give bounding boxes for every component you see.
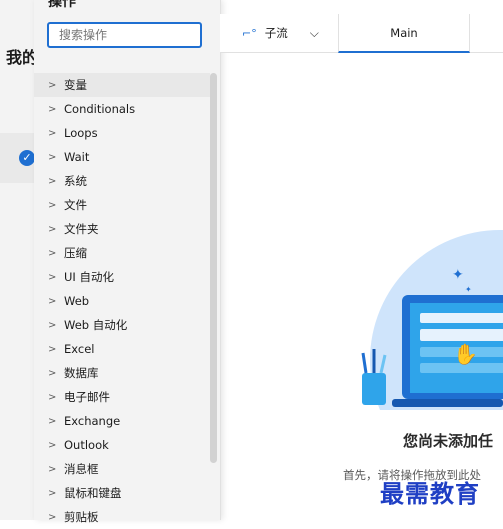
action-group-label: 压缩 [64,246,87,260]
chevron-right-icon: > [48,199,57,211]
screen-bar [420,313,503,323]
tab-main[interactable]: Main [338,14,470,53]
actions-list-scrollbar[interactable] [210,73,217,463]
chevron-right-icon: > [48,295,57,307]
action-group-web-automation[interactable]: > Web 自动化 [34,313,210,337]
watermark: 最需教育 [380,479,480,508]
action-group-label: Conditionals [64,102,136,116]
action-group-wait[interactable]: > Wait [34,145,210,169]
action-group-excel[interactable]: > Excel [34,337,210,361]
hand-cursor-icon: ✋ [453,342,478,366]
chevron-right-icon: > [48,223,57,235]
chevron-right-icon: > [48,463,57,475]
actions-panel-title: 操作 [48,0,76,10]
action-group-ui-automation[interactable]: > UI 自动化 [34,265,210,289]
subflows-dropdown[interactable]: ⌐° 子流 ⌵ [242,14,319,52]
screen-bar [420,329,503,341]
action-group-label: 数据库 [64,366,99,380]
chevron-right-icon: > [48,271,57,283]
chevron-right-icon: > [48,391,57,403]
action-group-message-boxes[interactable]: > 消息框 [34,457,210,481]
action-group-web[interactable]: > Web [34,289,210,313]
action-group-label: Wait [64,150,90,164]
chevron-right-icon: > [48,247,57,259]
search-actions-input[interactable] [47,22,202,48]
action-group-system[interactable]: > 系统 [34,169,210,193]
action-group-folder[interactable]: > 文件夹 [34,217,210,241]
action-group-label: 消息框 [64,462,99,476]
action-group-label: UI 自动化 [64,270,114,284]
chevron-right-icon: > [48,511,57,523]
action-group-label: Web 自动化 [64,318,128,332]
chevron-right-icon: > [48,487,57,499]
chevron-right-icon: > [48,103,57,115]
actions-list: > 变量 > Conditionals > Loops > Wait > 系统 > 文件 >… [34,73,210,529]
action-group-label: 变量 [64,78,87,92]
action-group-database[interactable]: > 数据库 [34,361,210,385]
subflow-icon: ⌐° [242,26,257,40]
flow-tab-bar: ⌐° 子流 ⌵ Main [220,14,503,53]
action-group-clipboard[interactable]: > 剪贴板 [34,505,210,529]
action-group-exchange[interactable]: > Exchange [34,409,210,433]
chevron-right-icon: > [48,151,57,163]
chevron-right-icon: > [48,439,57,451]
chevron-right-icon: > [48,319,57,331]
actions-panel: 操作 > 变量 > Conditionals > Loops > Wait > 系统 > 文… [34,0,221,524]
action-group-label: 系统 [64,174,87,188]
action-group-label: Loops [64,126,98,140]
sparkle-icon: ✦ [452,267,464,283]
action-group-mouse-keyboard[interactable]: > 鼠标和键盘 [34,481,210,505]
pencil-cup [362,373,386,405]
chevron-right-icon: > [48,415,57,427]
empty-state-title: 您尚未添加任 [403,432,494,450]
check-circle-icon: ✓ [19,150,35,166]
action-group-label: 文件 [64,198,87,212]
sparkle-icon: ✦ [465,285,472,294]
chevron-right-icon: > [48,79,57,91]
subflows-label: 子流 [264,26,288,40]
action-group-label: Excel [64,342,95,356]
chevron-right-icon: > [48,367,57,379]
action-group-label: 剪贴板 [64,510,99,524]
chevron-right-icon: > [48,127,57,139]
action-group-outlook[interactable]: > Outlook [34,433,210,457]
action-group-variables[interactable]: > 变量 [34,73,210,97]
chevron-right-icon: > [48,175,57,187]
action-group-compression[interactable]: > 压缩 [34,241,210,265]
action-group-label: 文件夹 [64,222,99,236]
action-group-label: Exchange [64,414,121,428]
action-group-loops[interactable]: > Loops [34,121,210,145]
empty-canvas-illustration: ✦ ✦ ✋ [361,230,503,410]
action-group-file[interactable]: > 文件 [34,193,210,217]
pencil [361,352,368,374]
action-group-conditionals[interactable]: > Conditionals [34,97,210,121]
chevron-down-icon: ⌵ [309,25,319,40]
action-group-email[interactable]: > 电子邮件 [34,385,210,409]
chevron-right-icon: > [48,343,57,355]
action-group-label: Web [64,294,90,308]
action-group-label: 电子邮件 [64,390,110,404]
action-group-label: Outlook [64,438,109,452]
laptop-base [392,399,503,407]
action-group-label: 鼠标和键盘 [64,486,122,500]
